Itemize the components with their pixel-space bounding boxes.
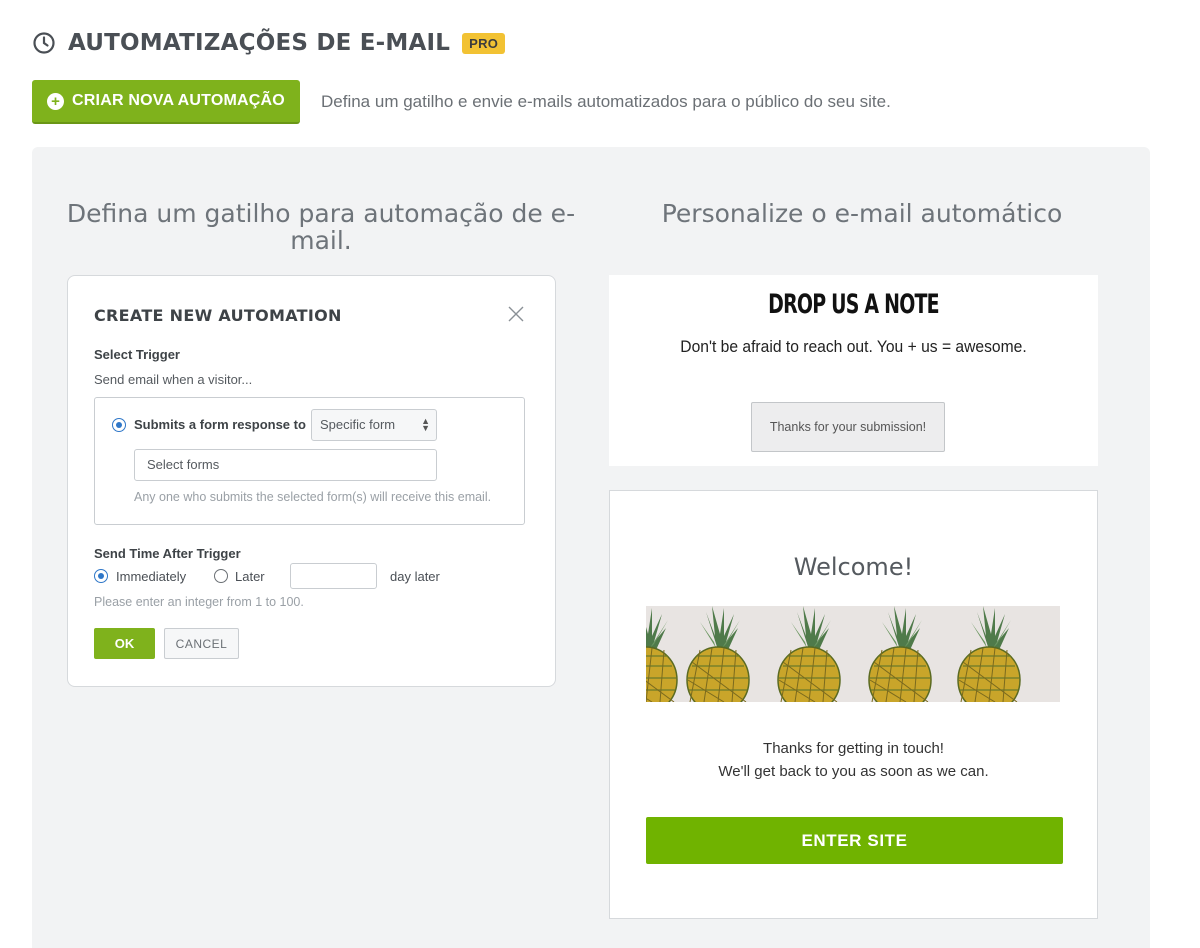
create-description: Defina um gatilho e envie e-mails automa… xyxy=(321,92,891,111)
trigger-subtext: Send email when a visitor... xyxy=(94,372,253,387)
create-automation-label: CRIAR NOVA AUTOMAÇÃO xyxy=(72,92,285,109)
later-radio[interactable] xyxy=(214,569,228,583)
email-column-title: Personalize o e-mail automático xyxy=(661,199,1063,228)
trigger-column-title: Defina um gatilho para automação de e-ma… xyxy=(66,199,576,255)
send-time-label: Send Time After Trigger xyxy=(94,546,241,561)
email-line-1: Thanks for getting in touch! xyxy=(763,740,944,757)
note-title: DROP US A NOTE xyxy=(768,289,939,320)
trigger-option-label: Submits a form response to xyxy=(134,417,306,432)
page-title: AUTOMATIZAÇÕES DE E-MAIL xyxy=(68,30,451,56)
plus-circle-icon: + xyxy=(47,92,65,110)
submission-button[interactable]: Thanks for your submission! xyxy=(751,402,945,452)
immediately-radio[interactable] xyxy=(94,569,108,583)
note-preview-card: DROP US A NOTE Don't be afraid to reach … xyxy=(609,275,1098,466)
email-preview-card: Welcome! Thanks for getting in touch! We… xyxy=(609,490,1098,919)
ok-button[interactable]: OK xyxy=(94,628,155,659)
select-forms-placeholder: Select forms xyxy=(147,457,220,472)
integer-hint: Please enter an integer from 1 to 100. xyxy=(94,595,304,609)
close-icon[interactable] xyxy=(506,304,526,324)
pineapple-image xyxy=(646,606,1060,702)
email-line-2: We'll get back to you as soon as we can. xyxy=(718,763,989,780)
email-title: Welcome! xyxy=(793,553,914,581)
page-header: AUTOMATIZAÇÕES DE E-MAIL PRO xyxy=(32,26,506,60)
days-later-input[interactable] xyxy=(290,563,377,589)
immediately-label: Immediately xyxy=(116,569,187,584)
create-automation-button[interactable]: + CRIAR NOVA AUTOMAÇÃO xyxy=(32,80,300,124)
trigger-box: Submits a form response to Specific form… xyxy=(94,397,525,525)
create-automation-dialog: CREATE NEW AUTOMATION Select Trigger Sen… xyxy=(67,275,556,687)
pro-badge: PRO xyxy=(462,32,506,54)
forms-hint: Any one who submits the selected form(s)… xyxy=(134,490,492,504)
up-down-icon: ▲ ▼ xyxy=(421,416,430,433)
select-forms-input[interactable]: Select forms xyxy=(134,449,437,481)
form-type-value: Specific form xyxy=(320,417,396,432)
later-label: Later xyxy=(235,569,265,584)
note-subtitle: Don't be afraid to reach out. You + us =… xyxy=(680,337,1027,356)
dialog-title: CREATE NEW AUTOMATION xyxy=(94,306,342,325)
enter-site-button[interactable]: ENTER SITE xyxy=(646,817,1063,864)
email-body: Thanks for getting in touch! We'll get b… xyxy=(610,737,1097,783)
day-later-label: day later xyxy=(390,569,440,584)
cancel-button[interactable]: CANCEL xyxy=(164,628,239,659)
select-trigger-label: Select Trigger xyxy=(94,347,180,362)
trigger-form-radio[interactable] xyxy=(112,418,126,432)
clock-icon xyxy=(32,31,56,55)
form-type-select[interactable]: Specific form ▲ ▼ xyxy=(311,409,437,441)
automation-panel: Defina um gatilho para automação de e-ma… xyxy=(32,147,1150,948)
